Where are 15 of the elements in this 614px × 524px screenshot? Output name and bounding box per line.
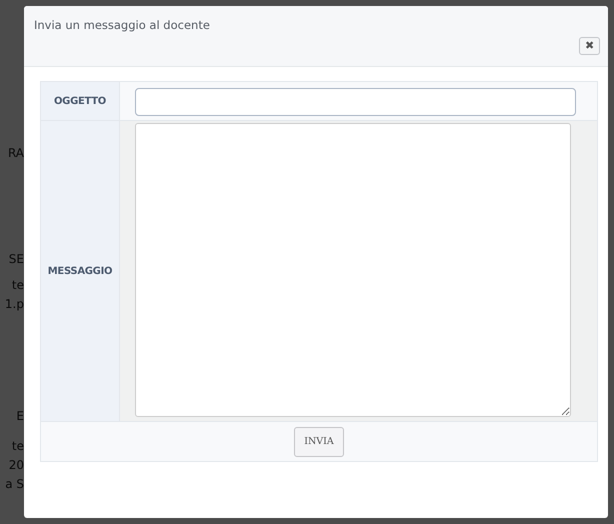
background-text: te <box>12 278 24 292</box>
field-label: OGGETTO <box>41 82 120 120</box>
send-button[interactable]: INVIA <box>294 426 344 456</box>
background-text: te <box>12 439 24 453</box>
background-text: 20 <box>8 458 24 472</box>
close-button[interactable]: ✖ <box>579 37 600 55</box>
dialog-title: Invia un messaggio al docente <box>34 18 210 34</box>
subject-field[interactable] <box>135 88 576 116</box>
field-label: MESSAGGIO <box>41 121 120 421</box>
message-field[interactable] <box>135 123 571 417</box>
background-text: RA <box>8 146 24 160</box>
background-text: SE <box>8 252 24 266</box>
background-text: a S <box>5 477 24 491</box>
background-text: E <box>16 409 24 423</box>
background-text: 1.p <box>4 297 24 311</box>
